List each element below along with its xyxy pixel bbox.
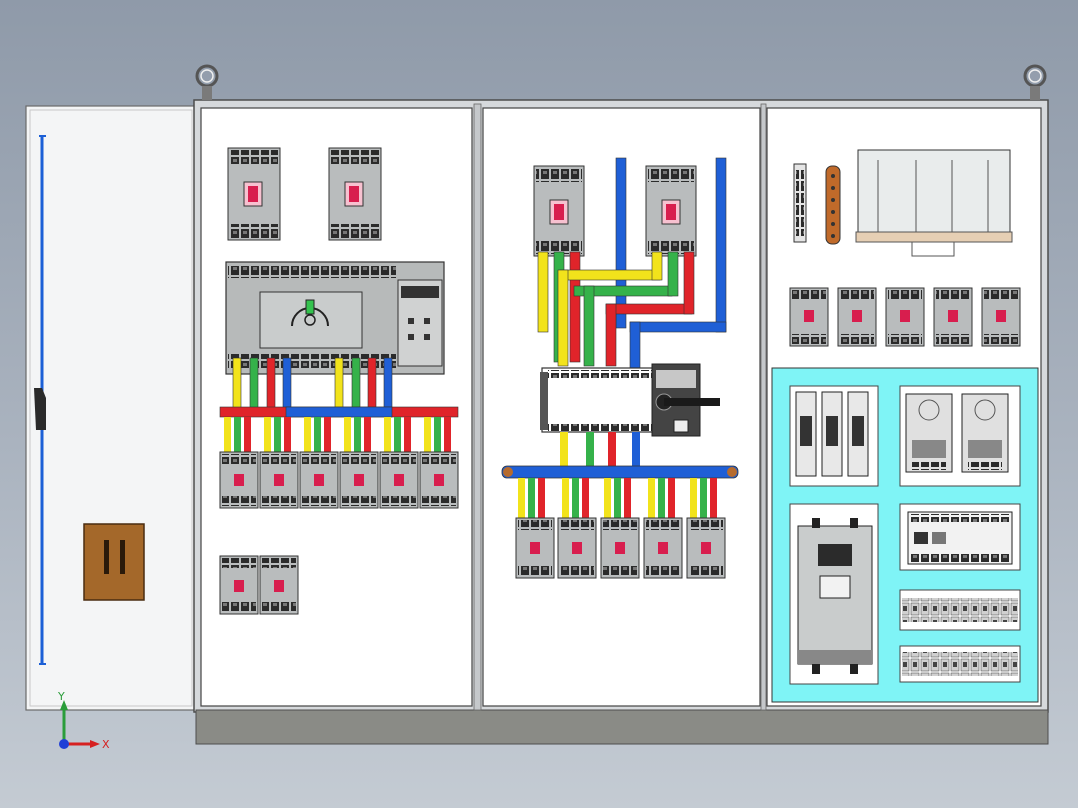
ring-bolt-icon: [195, 64, 219, 100]
electrical-cabinet-drawing: Y X: [25, 64, 1049, 751]
cabinet-plinth: [195, 709, 1049, 745]
main-breaker-1: [227, 147, 281, 241]
branch-breaker-row-middle: [515, 517, 726, 579]
terminal-block-row-1: [902, 598, 1018, 622]
power-supply-2: [961, 393, 1009, 473]
rotary-disconnector: [540, 363, 720, 437]
incoming-breaker-2: [645, 165, 697, 257]
surge-protector-block: [855, 149, 1013, 257]
frequency-inverter: [797, 518, 873, 674]
breaker-row-right: [789, 287, 1021, 347]
incoming-breaker-1: [533, 165, 585, 257]
main-breaker-2: [328, 147, 382, 241]
transfer-switch: [225, 261, 445, 375]
cabinet-door: [25, 105, 197, 711]
plc-controller: [907, 511, 1013, 565]
control-mounting-plate: [771, 367, 1039, 703]
ring-bolt-icon: [1023, 64, 1047, 100]
axis-x-label: X: [102, 738, 110, 751]
door-hinge-icon: [34, 388, 46, 430]
power-supply-1: [905, 393, 953, 473]
terminal-block-row-2: [902, 652, 1018, 676]
axis-y-label: Y: [57, 690, 65, 703]
fuse-holders: [795, 391, 869, 477]
door-lock-icon: [83, 523, 145, 601]
